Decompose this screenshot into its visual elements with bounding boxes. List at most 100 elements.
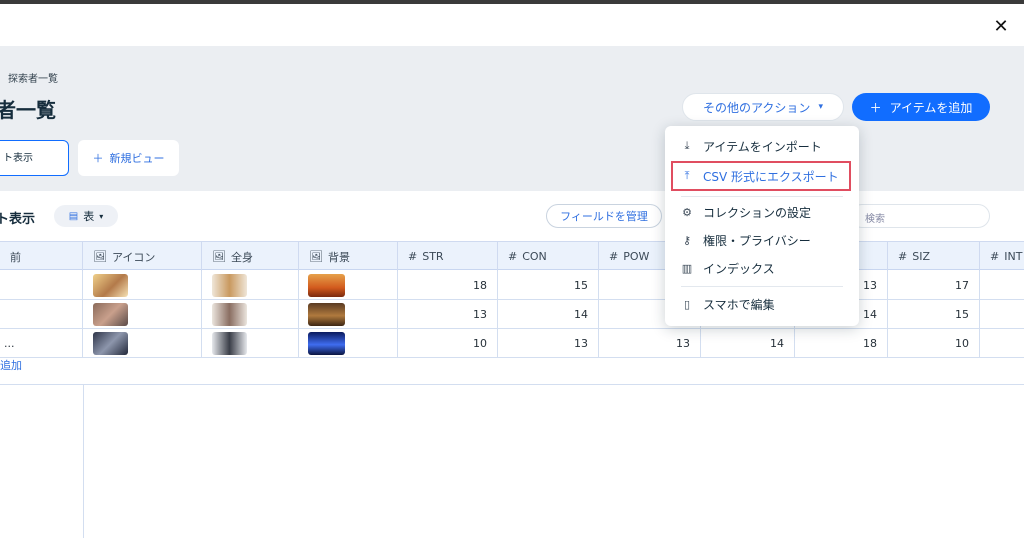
hash-icon: # — [898, 250, 908, 263]
table-row[interactable]: 13 14 14 15 — [0, 300, 1024, 329]
menu-separator — [681, 286, 843, 287]
cell-int[interactable] — [980, 271, 1024, 299]
table-view-title: ト表示 — [0, 212, 36, 227]
cell-int[interactable] — [980, 329, 1024, 357]
add-row-link[interactable]: 追加 — [0, 357, 22, 373]
table-header-row: 前 🖼 アイコン 🖼 全身 🖼 背景 # STR # CON # POW # S… — [0, 241, 1024, 271]
cell-icon[interactable] — [83, 300, 202, 328]
view-type-label: 表 — [83, 210, 95, 223]
cell-fullbody[interactable] — [202, 329, 299, 357]
menu-item-import[interactable]: ⤓ アイテムをインポート — [681, 135, 822, 157]
column-header-name[interactable]: 前 — [0, 242, 83, 271]
menu-item-label: コレクションの設定 — [703, 205, 812, 220]
breadcrumb[interactable]: 探索者一覧 — [8, 70, 58, 85]
column-header-background[interactable]: 🖼 背景 — [299, 242, 398, 271]
column-header-label: INT — [1004, 250, 1023, 263]
cell-icon[interactable] — [83, 329, 202, 357]
cell-siz[interactable]: 17 — [888, 271, 980, 299]
fullbody-image — [212, 273, 247, 297]
cell-pow[interactable]: 13 — [599, 329, 701, 357]
cell-name[interactable]: ... — [0, 329, 83, 357]
menu-item-permissions[interactable]: ⚷ 権限・プライバシー — [681, 229, 811, 251]
column-header-str[interactable]: # STR — [398, 242, 498, 271]
cell-str[interactable]: 10 — [398, 329, 498, 357]
more-actions-menu: ⤓ アイテムをインポート ⤒ CSV 形式にエクスポート ⚙ コレクションの設定… — [665, 126, 859, 326]
background-image — [308, 331, 345, 355]
column-divider — [83, 384, 84, 538]
cell-background[interactable] — [299, 329, 398, 357]
cell-icon[interactable] — [83, 271, 202, 299]
gear-icon: ⚙ — [682, 205, 692, 219]
add-item-label: アイテムを追加 — [889, 100, 973, 115]
fullbody-image — [212, 302, 247, 326]
chevron-down-icon: ▾ — [99, 211, 104, 221]
new-view-button[interactable]: ＋ 新規ビュー — [78, 140, 179, 176]
menu-item-export-csv[interactable]: ⤒ CSV 形式にエクスポート — [671, 161, 851, 191]
table-row[interactable]: 18 15 13 17 — [0, 271, 1024, 300]
cell-name[interactable] — [0, 300, 83, 328]
cell-name[interactable] — [0, 271, 83, 299]
more-actions-label: その他のアクション — [703, 100, 811, 115]
add-item-button[interactable]: ＋ アイテムを追加 — [852, 93, 990, 121]
menu-item-collection-settings[interactable]: ⚙ コレクションの設定 — [681, 201, 811, 223]
column-header-label: 前 — [10, 250, 21, 264]
menu-item-label: インデックス — [703, 261, 775, 276]
search-input[interactable]: 検索 — [850, 204, 990, 228]
view-tab-current[interactable]: ト表示 — [0, 140, 69, 176]
image-icon: 🖼 — [93, 250, 107, 263]
cell-background[interactable] — [299, 271, 398, 299]
hash-icon: # — [609, 250, 619, 263]
column-header-con[interactable]: # CON — [498, 242, 599, 271]
cell-str[interactable]: 13 — [398, 300, 498, 328]
hash-icon: # — [508, 250, 518, 263]
cell-con[interactable]: 14 — [498, 300, 599, 328]
column-header-label: CON — [522, 250, 547, 263]
table-row[interactable]: ... 10 13 13 14 18 10 — [0, 329, 1024, 358]
close-icon[interactable]: ✕ — [992, 18, 1010, 36]
fullbody-image — [212, 331, 247, 355]
index-icon: ▥ — [681, 261, 693, 275]
hash-icon: # — [408, 250, 418, 263]
cell-background[interactable] — [299, 300, 398, 328]
download-icon: ⤓ — [684, 139, 690, 152]
cell-fullbody[interactable] — [202, 300, 299, 328]
hash-icon: # — [990, 250, 1000, 263]
menu-separator — [681, 196, 843, 197]
more-actions-button[interactable]: その他のアクション ▾ — [682, 93, 844, 121]
menu-item-index[interactable]: ▥ インデックス — [681, 257, 775, 279]
cell-hidden-2[interactable]: 18 — [795, 329, 888, 357]
background-image — [308, 302, 345, 326]
avatar — [93, 302, 128, 326]
menu-item-label: CSV 形式にエクスポート — [703, 169, 839, 184]
column-header-fullbody[interactable]: 🖼 全身 — [202, 242, 299, 271]
column-header-label: アイコン — [111, 250, 156, 264]
column-header-label: 背景 — [327, 250, 350, 264]
cell-siz[interactable]: 10 — [888, 329, 980, 357]
column-header-label: SIZ — [912, 250, 930, 263]
page-title: 者一覧 — [0, 98, 56, 122]
view-type-select[interactable]: ▤ 表 ▾ — [54, 205, 118, 227]
column-header-label: 全身 — [230, 250, 253, 264]
column-header-siz[interactable]: # SIZ — [888, 242, 980, 271]
background-image — [308, 273, 345, 297]
cell-siz[interactable]: 15 — [888, 300, 980, 328]
cell-str[interactable]: 18 — [398, 271, 498, 299]
cell-con[interactable]: 13 — [498, 329, 599, 357]
menu-item-mobile-edit[interactable]: ▯ スマホで編集 — [681, 293, 775, 315]
column-header-int[interactable]: # INT — [980, 242, 1024, 271]
chevron-down-icon: ▾ — [818, 102, 823, 112]
cell-hidden-1[interactable]: 14 — [701, 329, 795, 357]
collection-header: 探索者一覧 者一覧 その他のアクション ▾ ＋ アイテムを追加 ト表示 ＋ 新規… — [0, 46, 1024, 191]
cell-con[interactable]: 15 — [498, 271, 599, 299]
mobile-icon: ▯ — [683, 297, 691, 311]
cell-int[interactable] — [980, 300, 1024, 328]
cell-fullbody[interactable] — [202, 271, 299, 299]
avatar — [93, 273, 128, 297]
modal-top-bar: ✕ — [0, 4, 1024, 46]
key-icon: ⚷ — [682, 233, 692, 247]
table-divider — [0, 384, 1024, 385]
image-icon: 🖼 — [212, 250, 226, 263]
menu-item-label: スマホで編集 — [703, 297, 775, 312]
column-header-icon[interactable]: 🖼 アイコン — [83, 242, 202, 271]
manage-fields-button[interactable]: フィールドを管理 — [546, 204, 662, 228]
